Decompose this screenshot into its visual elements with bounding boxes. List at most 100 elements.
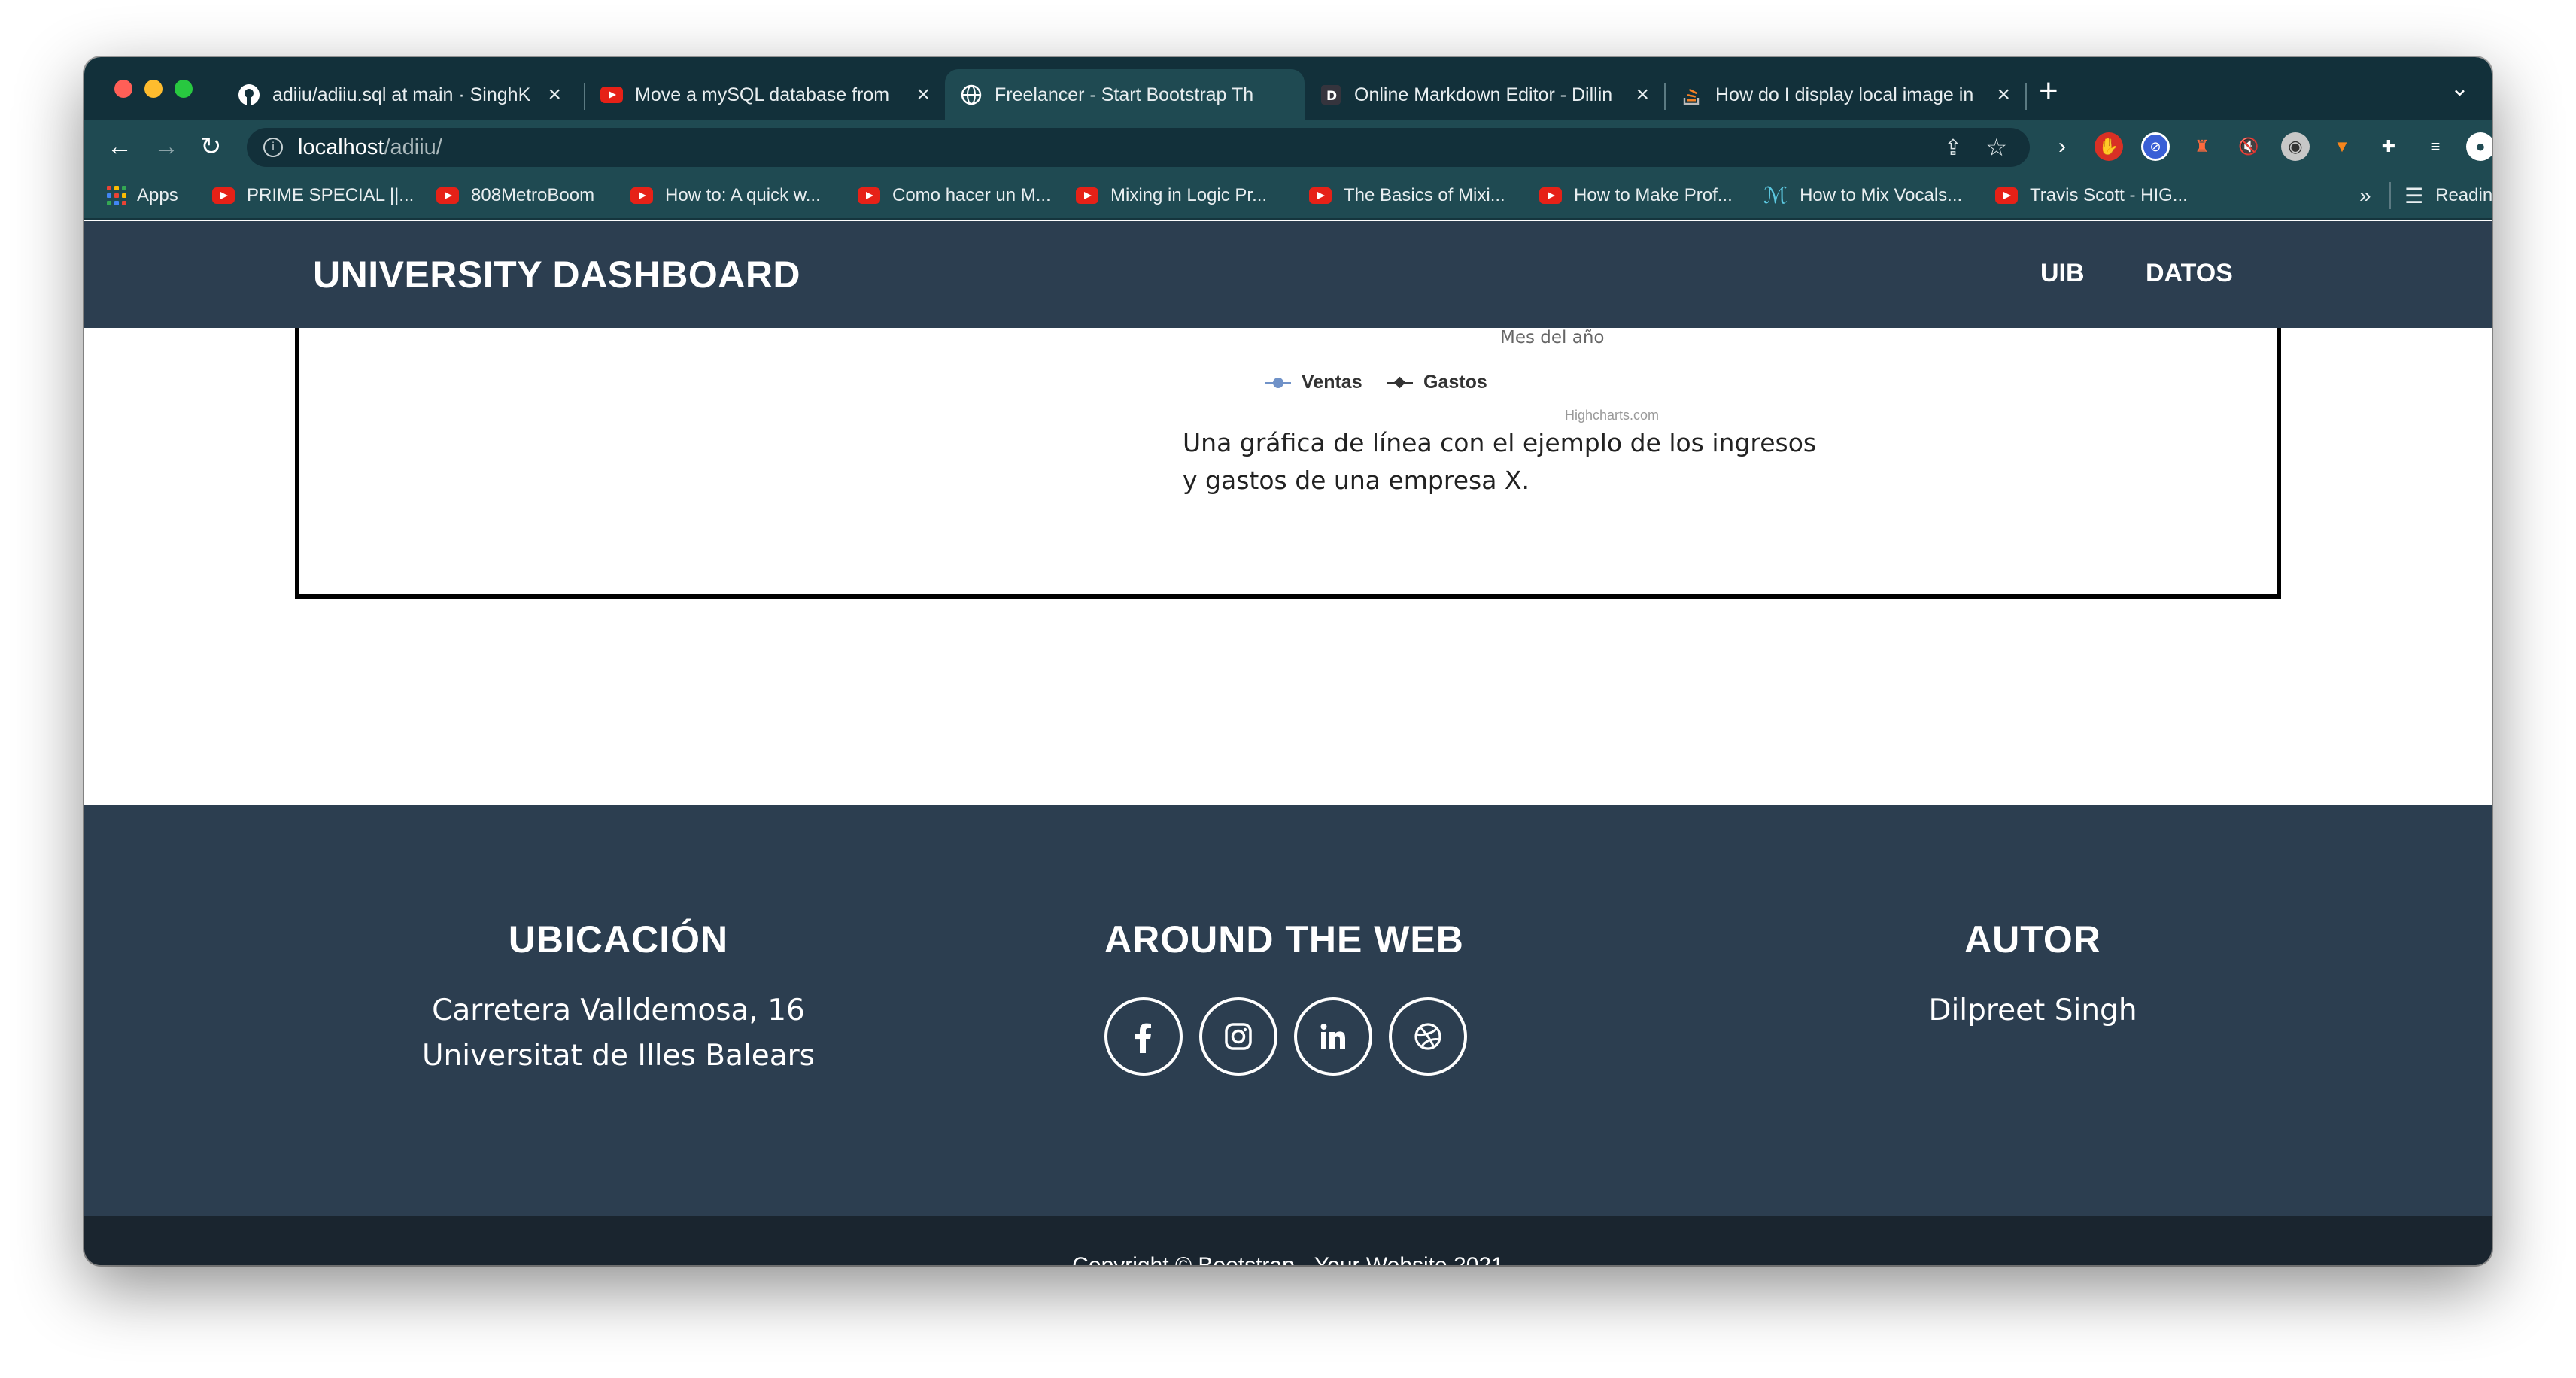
nav-link-uib[interactable]: UIB <box>2040 259 2085 288</box>
tab-title: Move a mySQL database from <box>635 83 890 105</box>
bookmark-item[interactable]: Como hacer un M... <box>858 173 1051 218</box>
metamask-icon[interactable]: ▼ <box>2328 132 2356 161</box>
globe-icon <box>960 83 983 106</box>
share-icon[interactable]: ⇪ <box>1944 135 1962 161</box>
bookmark-apps[interactable]: Apps <box>107 173 178 218</box>
tab-youtube[interactable]: Move a mySQL database from × <box>585 69 945 120</box>
tab-divider <box>2025 83 2027 110</box>
linkedin-button[interactable] <box>1294 997 1372 1076</box>
linkedin-icon <box>1320 1024 1345 1049</box>
bookmark-label: 808MetroBoom <box>471 185 595 205</box>
tab-strip: adiiu/adiiu.sql at main · SinghK × Move … <box>84 57 2492 120</box>
bookmark-item[interactable]: PRIME SPECIAL ||... <box>212 173 414 218</box>
tab-title: Online Markdown Editor - Dillin <box>1354 83 1613 105</box>
mix-logo-icon: ℳ <box>1763 183 1788 208</box>
extensions-puzzle-icon[interactable]: ✚ <box>2374 132 2403 161</box>
bookmark-star-icon[interactable]: ☆ <box>1985 133 2007 162</box>
media-control-icon[interactable]: ≡ <box>2421 132 2450 161</box>
site-info-icon[interactable]: i <box>263 138 283 157</box>
legend-label: Gastos <box>1423 372 1487 393</box>
chart-caption: Una gráfica de línea con el ejemplo de l… <box>1183 428 1817 495</box>
bookmark-item[interactable]: How to Make Prof... <box>1539 173 1733 218</box>
footer-web-heading: AROUND THE WEB <box>1104 918 1464 961</box>
reading-list-button[interactable]: ☰ Reading List <box>2404 173 2492 218</box>
reload-icon[interactable]: ↻ <box>200 120 222 173</box>
address-bar[interactable]: i localhost/adiiu/ ⇪ ☆ <box>247 128 2030 167</box>
bookmark-item[interactable]: ℳ How to Mix Vocals... <box>1763 173 1962 218</box>
reading-list-icon: ☰ <box>2404 184 2424 208</box>
legend-item-gastos[interactable]: Gastos <box>1387 372 1487 393</box>
adblock-icon[interactable]: ✋ <box>2095 132 2123 161</box>
footer-location: UBICACIÓN Carretera Valldemosa, 16 Unive… <box>400 805 837 1079</box>
dillinger-icon: D <box>1320 83 1342 106</box>
instagram-button[interactable] <box>1199 997 1277 1076</box>
bookmark-label: Como hacer un M... <box>892 185 1051 205</box>
dribbble-button[interactable] <box>1389 997 1467 1076</box>
close-tab-icon[interactable]: × <box>548 82 561 108</box>
block-extension-icon[interactable]: ⊘ <box>2141 132 2170 161</box>
tab-title: How do I display local image in <box>1715 83 1974 105</box>
tab-title: adiiu/adiiu.sql at main · SinghK <box>272 83 531 105</box>
owl-extension-icon[interactable]: ◉ <box>2281 132 2310 161</box>
mute-tab-icon[interactable]: 🔇 <box>2234 132 2263 161</box>
minimize-window-button[interactable] <box>144 80 163 98</box>
close-tab-icon[interactable]: × <box>916 82 930 108</box>
bookmark-item[interactable]: How to: A quick w... <box>630 173 821 218</box>
bookmark-label: Apps <box>137 185 178 205</box>
bookmark-item[interactable]: The Basics of Mixi... <box>1309 173 1505 218</box>
youtube-icon <box>858 187 880 204</box>
zoom-window-button[interactable] <box>175 80 193 98</box>
highcharts-credits-link[interactable]: Highcharts.com <box>1565 408 1659 423</box>
chart-card: Mes del año Ventas Gastos Highcharts.com… <box>295 328 2281 599</box>
legend-item-ventas[interactable]: Ventas <box>1265 372 1362 393</box>
youtube-icon <box>1076 187 1098 204</box>
nav-link-datos[interactable]: DATOS <box>2146 259 2233 288</box>
bookmark-item[interactable]: Mixing in Logic Pr... <box>1076 173 1267 218</box>
forward-arrow-icon[interactable]: → <box>153 120 179 173</box>
bookmark-label: Travis Scott - HIG... <box>2030 185 2188 205</box>
url-path: /adiiu/ <box>384 135 442 159</box>
close-tab-icon[interactable]: × <box>1997 82 2010 108</box>
instagram-icon <box>1225 1023 1252 1050</box>
new-tab-button[interactable]: + <box>2039 72 2058 110</box>
youtube-icon <box>1539 187 1562 204</box>
bookmarks-bar: Apps PRIME SPECIAL ||... 808MetroBoom Ho… <box>84 173 2492 220</box>
bookmark-label: How to: A quick w... <box>665 185 821 205</box>
bookmark-label: How to Mix Vocals... <box>1800 185 1963 205</box>
bookmark-label: Mixing in Logic Pr... <box>1110 185 1268 205</box>
bookmark-item[interactable]: 808MetroBoom <box>436 173 594 218</box>
rocket-extension-icon[interactable]: ♜ <box>2188 132 2216 161</box>
tab-stackoverflow[interactable]: How do I display local image in × <box>1666 69 2025 120</box>
profile-avatar-icon[interactable]: ● <box>2466 132 2492 161</box>
tab-freelancer[interactable]: Freelancer - Start Bootstrap Th <box>945 69 1305 120</box>
back-arrow-icon[interactable]: ← <box>107 120 132 173</box>
site-navbar: UNIVERSITY DASHBOARD UIB DATOS <box>84 221 2492 328</box>
footer-around-the-web: AROUND THE WEB <box>1104 805 1496 1076</box>
copyright-section: Copyright © Bootstrap - Your Website 202… <box>84 1216 2492 1265</box>
youtube-icon <box>1995 187 2018 204</box>
legend-label: Ventas <box>1302 372 1362 393</box>
chevron-right-icon[interactable]: › <box>2048 132 2076 161</box>
footer-address: Carretera Valldemosa, 16 Universitat de … <box>400 988 837 1079</box>
page-viewport: UNIVERSITY DASHBOARD UIB DATOS Mes del a… <box>84 221 2492 1265</box>
tab-github[interactable]: adiiu/adiiu.sql at main · SinghK × <box>223 69 576 120</box>
reading-list-label: Reading List <box>2435 185 2492 205</box>
close-window-button[interactable] <box>114 80 132 98</box>
youtube-icon <box>436 187 459 204</box>
footer-author-heading: AUTOR <box>1964 918 2101 961</box>
bookmark-divider <box>2389 182 2391 209</box>
tab-search-chevron-icon[interactable]: ⌄ <box>2450 75 2469 102</box>
brand-link[interactable]: UNIVERSITY DASHBOARD <box>313 253 800 296</box>
github-icon <box>238 83 260 106</box>
browser-toolbar: ← → ↻ i localhost/adiiu/ ⇪ ☆ › ✋ ⊘ ♜ 🔇 ◉… <box>84 120 2492 173</box>
svg-text:D: D <box>1326 89 1337 104</box>
bookmark-label: PRIME SPECIAL ||... <box>247 185 415 205</box>
apps-grid-icon <box>107 186 126 205</box>
close-tab-icon[interactable]: × <box>1636 82 1649 108</box>
bookmark-item[interactable]: Travis Scott - HIG... <box>1995 173 2188 218</box>
bookmarks-overflow-button[interactable]: » <box>2359 173 2371 218</box>
browser-window: adiiu/adiiu.sql at main · SinghK × Move … <box>84 57 2492 1265</box>
facebook-button[interactable] <box>1104 997 1183 1076</box>
footer-location-heading: UBICACIÓN <box>508 918 729 961</box>
tab-dillinger[interactable]: D Online Markdown Editor - Dillin × <box>1305 69 1664 120</box>
